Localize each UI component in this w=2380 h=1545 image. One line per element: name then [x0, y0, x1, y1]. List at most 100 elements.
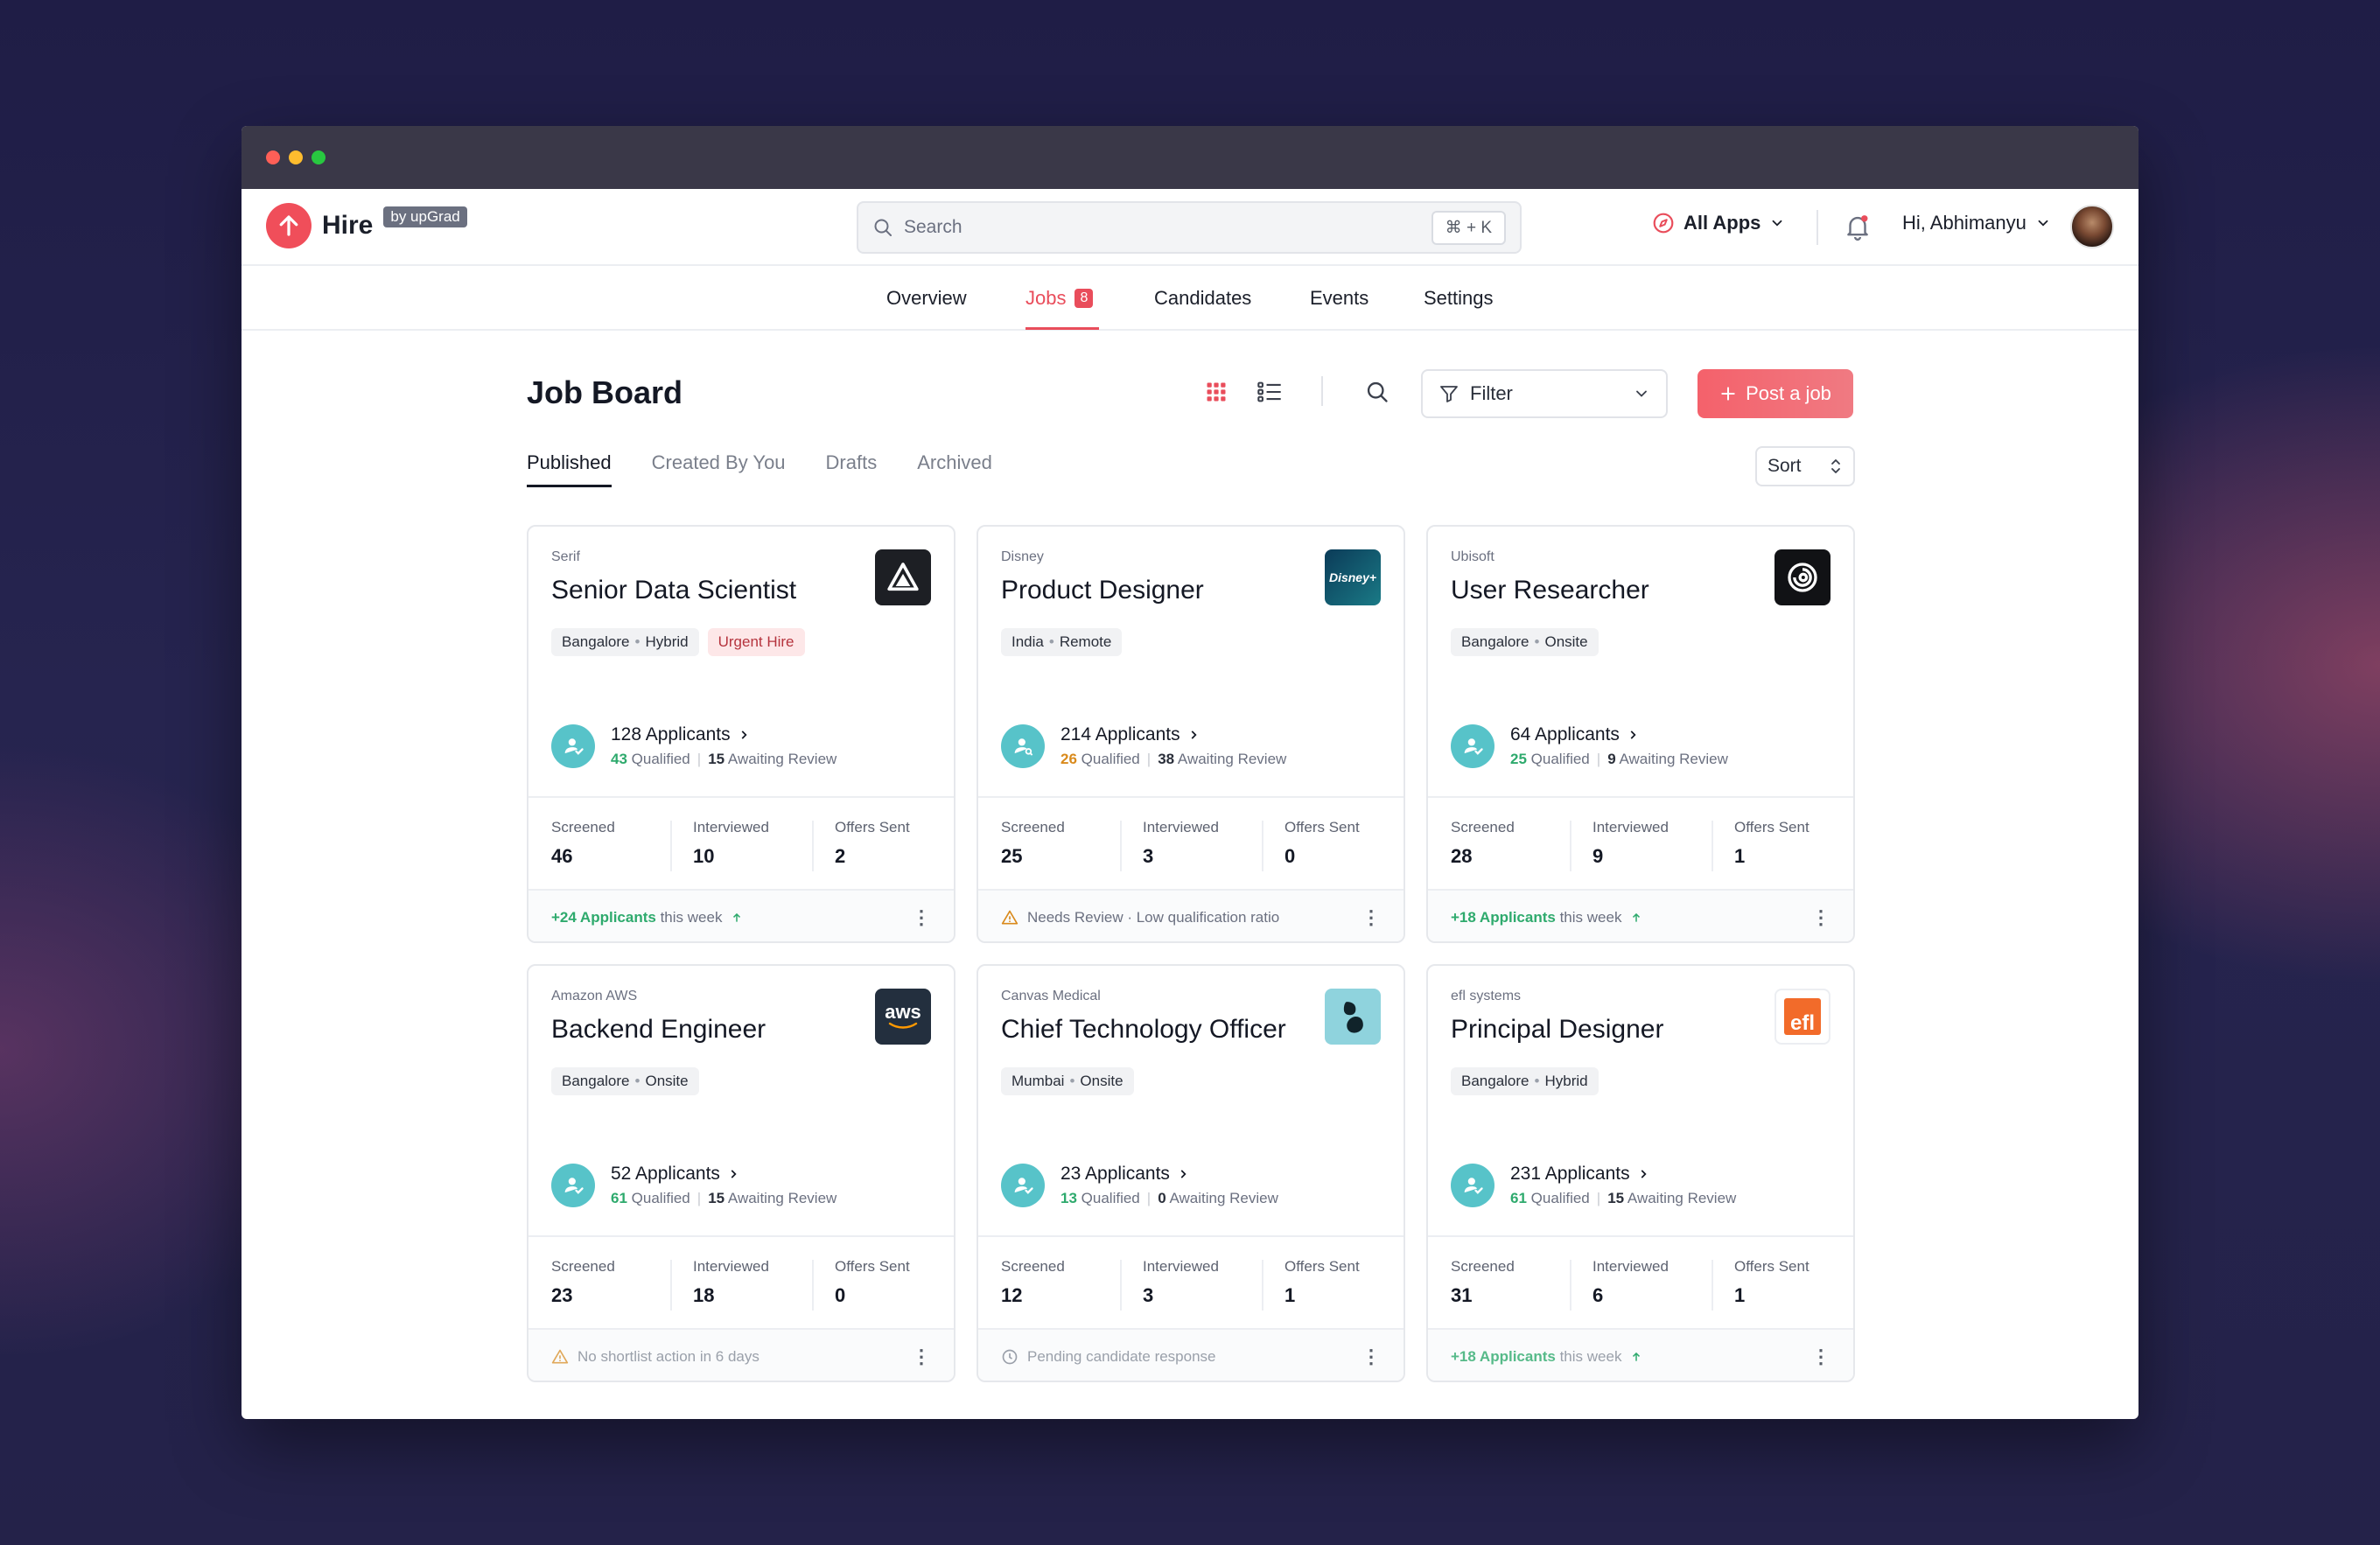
user-menu[interactable]: Hi, Abhimanyu — [1902, 212, 2051, 234]
brand-name: Hire — [322, 211, 374, 240]
stat-offers-sent: Offers Sent 0 — [1262, 798, 1404, 889]
card-footer: +24 Applicants this week ⋮ — [528, 891, 954, 941]
grid-icon — [1207, 382, 1226, 402]
page-title: Job Board — [527, 374, 683, 410]
window-controls — [266, 150, 326, 164]
arrow-up-icon — [1633, 912, 1641, 922]
job-card[interactable]: Disney Product Designer Disney+ India • Re… — [976, 525, 1405, 943]
dot-separator: • — [634, 1073, 640, 1089]
job-card[interactable]: efl systems Principal Designer efl Banga… — [1426, 964, 1855, 1382]
job-search-button[interactable] — [1365, 380, 1390, 409]
avatar[interactable] — [2070, 205, 2114, 248]
applicants-summary[interactable]: 23 Applicants 13 Qualified | 0 Awaiting Re… — [1001, 1164, 1278, 1207]
dot-separator: • — [1048, 633, 1054, 650]
footer-text: Needs Review · Low qualification ratio — [1027, 909, 1280, 926]
applicants-summary[interactable]: 128 Applicants 43 Qualified | 15 Awaiting … — [551, 724, 836, 768]
filter-icon — [1440, 386, 1458, 402]
stat-value: 12 — [1001, 1284, 1023, 1306]
search-bar[interactable]: ⌘ + K — [857, 201, 1522, 254]
job-tags: Bangalore • Onsite — [1451, 628, 1599, 656]
trend-count: +18 Applicants — [1451, 909, 1556, 926]
applicants-text: 214 Applicants 26 Qualified | 38 Awaiting … — [1060, 724, 1286, 768]
more-options-icon[interactable]: ⋮ — [1811, 1346, 1830, 1368]
card-footer: +18 Applicants this week ⋮ — [1428, 1330, 1853, 1381]
post-job-button[interactable]: Post a job — [1698, 369, 1853, 418]
nav-candidates-label: Candidates — [1154, 287, 1252, 309]
search-input[interactable] — [904, 217, 1432, 238]
job-tabs: Published Created By You Drafts Archived — [527, 451, 992, 487]
applicants-summary[interactable]: 231 Applicants 61 Qualified | 15 Awaiting … — [1451, 1164, 1736, 1207]
job-title[interactable]: User Researcher — [1451, 576, 1649, 605]
company-name: Ubisoft — [1451, 549, 1494, 564]
company-name: Amazon AWS — [551, 989, 638, 1003]
job-card[interactable]: Canvas Medical Chief Technology Officer … — [976, 964, 1405, 1382]
filter-dropdown[interactable]: Filter — [1421, 369, 1668, 418]
all-apps-dropdown[interactable]: All Apps — [1652, 212, 1785, 234]
more-options-icon[interactable]: ⋮ — [912, 906, 931, 929]
nav-candidates[interactable]: Candidates — [1154, 287, 1251, 310]
more-options-icon[interactable]: ⋮ — [1362, 1346, 1381, 1368]
tab-created-by-you[interactable]: Created By You — [652, 451, 786, 487]
maximize-window-button[interactable] — [312, 150, 326, 164]
grid-view-button[interactable] — [1204, 380, 1228, 409]
nav-overview[interactable]: Overview — [886, 287, 967, 310]
tab-archived[interactable]: Archived — [917, 451, 992, 487]
tab-published[interactable]: Published — [527, 451, 612, 487]
job-card[interactable]: Ubisoft User Researcher Bangalore • Onsite… — [1426, 525, 1855, 943]
qualified-count: 26 — [1060, 751, 1077, 767]
applicants-summary[interactable]: 64 Applicants 25 Qualified | 9 Awaiting Re… — [1451, 724, 1728, 768]
applicants-summary[interactable]: 214 Applicants 26 Qualified | 38 Awaiting … — [1001, 724, 1286, 768]
awaiting-count: 15 — [708, 1190, 725, 1206]
job-title[interactable]: Senior Data Scientist — [551, 576, 796, 605]
applicants-count[interactable]: 64 Applicants — [1510, 724, 1728, 745]
user-greeting: Hi, Abhimanyu — [1902, 212, 2026, 234]
applicants-breakdown: 13 Qualified | 0 Awaiting Review — [1060, 1190, 1278, 1207]
nav-active-indicator — [1026, 327, 1099, 330]
chevron-right-icon — [741, 731, 747, 739]
nav-overview-label: Overview — [886, 287, 967, 309]
arrow-up-icon — [733, 912, 741, 922]
warning-icon — [1001, 910, 1018, 925]
applicants-count[interactable]: 231 Applicants — [1510, 1164, 1736, 1185]
job-title[interactable]: Principal Designer — [1451, 1015, 1663, 1045]
stat-interviewed: Interviewed 3 — [1120, 1237, 1262, 1328]
more-options-icon[interactable]: ⋮ — [912, 1346, 931, 1368]
job-title[interactable]: Chief Technology Officer — [1001, 1015, 1286, 1045]
stat-value: 0 — [1284, 845, 1296, 867]
sort-dropdown[interactable]: Sort — [1755, 446, 1855, 486]
job-card[interactable]: Serif Senior Data Scientist Bangalore • Hy… — [527, 525, 956, 943]
chevron-down-icon — [1636, 390, 1647, 397]
brand-sub-badge: by upGrad — [383, 206, 467, 227]
awaiting-label: Awaiting Review — [1619, 751, 1728, 767]
nav-jobs[interactable]: Jobs 8 — [1026, 287, 1094, 310]
applicants-count[interactable]: 214 Applicants — [1060, 724, 1286, 745]
awaiting-label: Awaiting Review — [727, 1190, 837, 1206]
clock-icon — [1002, 1349, 1018, 1365]
job-title[interactable]: Backend Engineer — [551, 1015, 766, 1045]
search-icon — [1367, 381, 1388, 402]
stat-value: 9 — [1592, 845, 1604, 867]
list-view-button[interactable] — [1256, 380, 1283, 409]
efl-logo-text: efl — [1789, 1011, 1815, 1035]
nav-settings[interactable]: Settings — [1424, 287, 1494, 310]
applicants-count[interactable]: 52 Applicants — [611, 1164, 836, 1185]
applicants-count[interactable]: 128 Applicants — [611, 724, 836, 745]
minimize-window-button[interactable] — [289, 150, 303, 164]
notifications-button[interactable] — [1843, 212, 1872, 246]
job-card[interactable]: Amazon AWS Backend Engineer aws Bangalor… — [527, 964, 956, 1382]
job-stats: Screened 31 Interviewed 6 Offers Sent 1 — [1428, 1235, 1853, 1330]
applicant-check-icon — [551, 724, 595, 768]
company-name: Serif — [551, 549, 580, 564]
more-options-icon[interactable]: ⋮ — [1811, 906, 1830, 929]
tab-drafts[interactable]: Drafts — [826, 451, 878, 487]
brand[interactable]: Hire by upGrad — [266, 203, 467, 248]
job-title[interactable]: Product Designer — [1001, 576, 1204, 605]
applicants-summary[interactable]: 52 Applicants 61 Qualified | 15 Awaiting R… — [551, 1164, 836, 1207]
separator: | — [1596, 751, 1601, 767]
job-card-grid: Serif Senior Data Scientist Bangalore • Hy… — [527, 525, 1857, 1382]
nav-events[interactable]: Events — [1310, 287, 1368, 310]
awaiting-count: 15 — [1607, 1190, 1625, 1206]
applicants-count[interactable]: 23 Applicants — [1060, 1164, 1278, 1185]
more-options-icon[interactable]: ⋮ — [1362, 906, 1381, 929]
close-window-button[interactable] — [266, 150, 280, 164]
